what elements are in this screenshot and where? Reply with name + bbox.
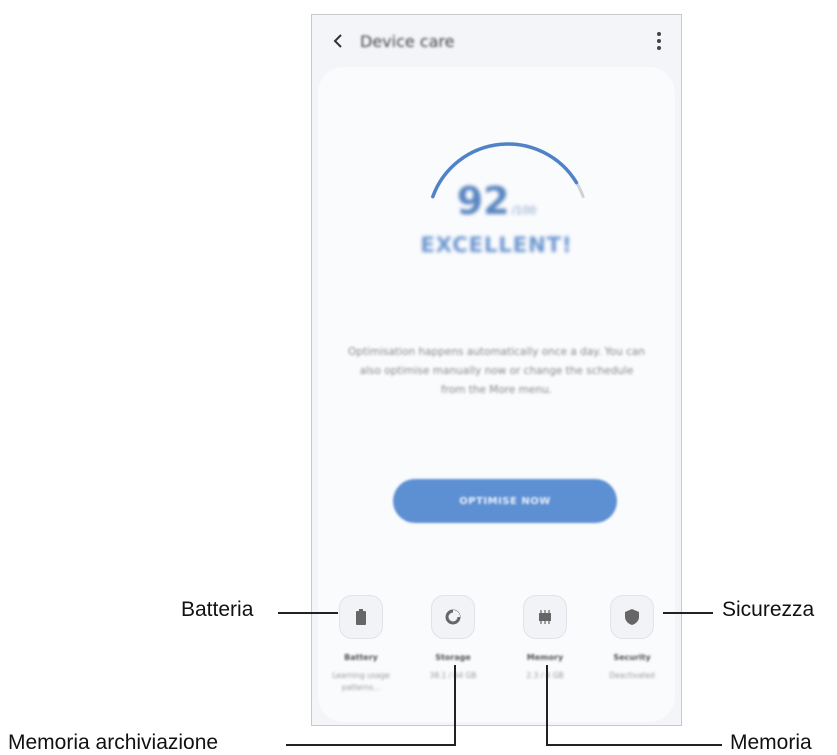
storage-label: Storage [435,653,471,662]
callout-memory: Memoria [730,731,812,754]
page-title: Device care [360,31,455,51]
callout-battery-line [278,612,338,614]
memory-chip-icon [539,610,551,624]
security-tile-icon-box[interactable] [610,595,654,639]
more-options-button[interactable] [647,27,671,55]
storage-tile[interactable]: Storage 38.1 / 64 GB [410,595,496,682]
security-status: Deactivated [609,671,655,680]
memory-tile-icon-box[interactable] [523,595,567,639]
callout-battery: Batteria [181,598,254,621]
callout-storage-line-v [454,665,456,746]
optimisation-description: Optimisation happens automatically once … [348,346,645,396]
memory-tile[interactable]: Memory 2.3 / 4 GB [502,595,588,682]
score-value: 92 [456,179,510,223]
chevron-left-icon [333,34,342,48]
device-care-card: 92/100 EXCELLENT! Optimisation happens a… [318,67,675,722]
memory-label: Memory [526,653,564,662]
battery-tile-icon-box[interactable] [339,595,383,639]
app-bar: Device care [312,15,681,67]
battery-label: Battery [344,653,378,662]
shield-icon [625,609,639,625]
storage-pie-icon [445,609,461,625]
callout-storage: Memoria archiviazione [8,731,219,754]
score-status: EXCELLENT! [420,233,573,257]
battery-icon [356,609,366,625]
callout-storage-line-h [286,744,455,746]
callout-security: Sicurezza [722,598,815,621]
callout-memory-line-v [546,665,548,746]
callout-memory-line-h [546,744,722,746]
battery-tile[interactable]: Battery Learning usage patterns... [318,595,404,694]
more-vert-icon [657,32,661,36]
memory-status: 2.3 / 4 GB [526,671,564,680]
security-label: Security [613,653,651,662]
score-max: /100 [511,204,537,217]
back-button[interactable] [316,19,360,63]
callout-security-line [663,612,713,614]
phone-screen: Device care 92/100 EXCELLENT! Optimisati… [311,14,682,726]
battery-status: Learning usage patterns... [332,671,390,692]
optimise-now-button[interactable]: OPTIMISE NOW [393,479,617,523]
security-tile[interactable]: Security Deactivated [589,595,675,682]
storage-status: 38.1 / 64 GB [429,671,477,680]
storage-tile-icon-box[interactable] [431,595,475,639]
score-display: 92/100 [318,179,675,223]
